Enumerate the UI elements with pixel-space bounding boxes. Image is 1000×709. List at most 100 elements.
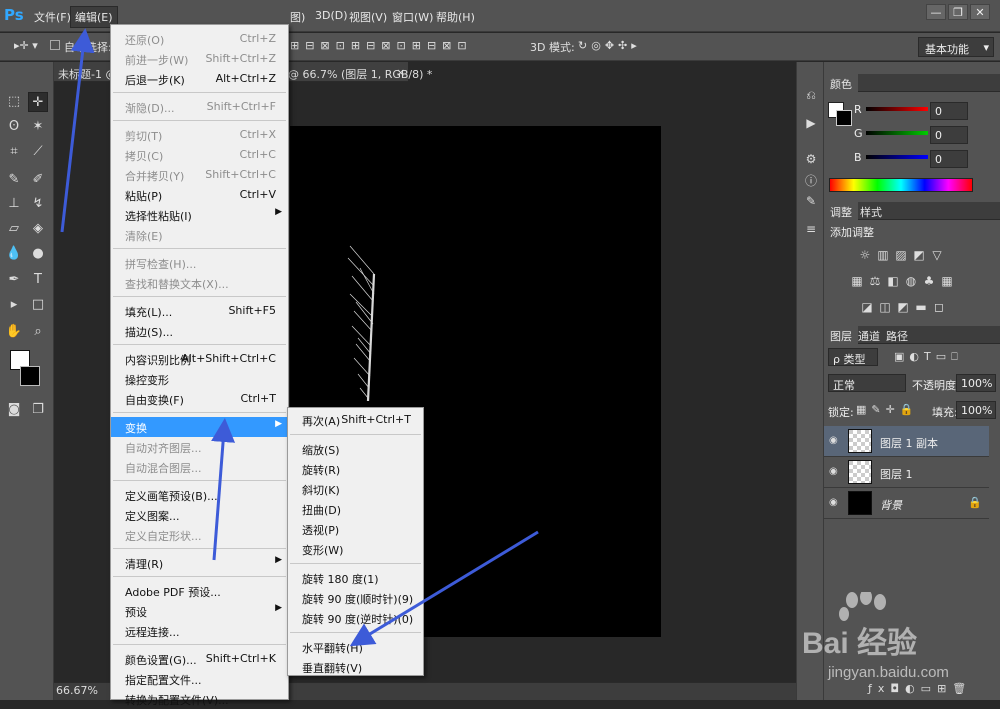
color-bg-swatch[interactable] bbox=[836, 110, 852, 126]
actions-play-icon[interactable]: ▶ bbox=[802, 114, 820, 132]
restore-button[interactable]: ❐ bbox=[948, 4, 968, 20]
edit-menu-item[interactable]: 渐隐(D)... Shift+Ctrl+F bbox=[111, 97, 288, 117]
edit-menu-item[interactable]: 查找和替换文本(X)... bbox=[111, 273, 288, 293]
tab-color[interactable]: 颜色 bbox=[824, 74, 858, 92]
edit-menu-item[interactable]: 定义图案... bbox=[111, 505, 288, 525]
dodge-tool-icon[interactable]: ● bbox=[28, 244, 48, 264]
edit-menu-item[interactable]: 自由变换(F) Ctrl+T bbox=[111, 389, 288, 409]
layer-filter-icons[interactable]: ▣◐T▭⎕ bbox=[894, 350, 963, 364]
photo-filter-icon[interactable]: ◍ bbox=[904, 274, 918, 288]
eye-icon[interactable]: ◉ bbox=[829, 466, 841, 478]
edit-menu-item[interactable]: 清理(R) ▶ bbox=[111, 553, 288, 573]
paint-bucket-tool-icon[interactable]: ◈ bbox=[28, 219, 48, 239]
tab-styles[interactable]: 样式 bbox=[854, 202, 888, 220]
transform-submenu-item[interactable]: 扭曲(D) bbox=[288, 499, 423, 519]
clone-stamp-tool-icon[interactable]: ⊥ bbox=[4, 194, 24, 214]
quick-mask-icon[interactable]: ◙ bbox=[4, 400, 24, 420]
hue-saturation-icon[interactable]: ▦ bbox=[850, 274, 864, 288]
edit-menu-item[interactable]: 描边(S)... bbox=[111, 321, 288, 341]
transform-submenu-item[interactable]: 再次(A) Shift+Ctrl+T bbox=[288, 410, 423, 430]
minimize-button[interactable]: — bbox=[926, 4, 946, 20]
menu-file[interactable]: 文件(F) bbox=[34, 9, 71, 25]
layer-kind-filter[interactable]: ρ 类型 bbox=[828, 348, 878, 366]
edit-menu-item[interactable]: 自动混合图层... bbox=[111, 457, 288, 477]
channel-b-value[interactable]: 0 bbox=[930, 150, 968, 168]
transform-submenu-item[interactable]: 旋转 180 度(1) bbox=[288, 568, 423, 588]
channel-r-slider[interactable] bbox=[866, 107, 928, 111]
blend-mode-select[interactable]: 正常 bbox=[828, 374, 906, 392]
channel-g-slider[interactable] bbox=[866, 131, 928, 135]
menu-help[interactable]: 帮助(H) bbox=[436, 9, 475, 25]
menu-window[interactable]: 窗口(W) bbox=[392, 9, 433, 25]
layer-row[interactable]: ◉ 图层 1 副本 bbox=[824, 426, 989, 457]
screen-mode-icon[interactable]: ❐ bbox=[28, 400, 48, 420]
hand-tool-icon[interactable]: ✋ bbox=[4, 322, 24, 342]
color-balance-icon[interactable]: ⚖ bbox=[868, 274, 882, 288]
transform-submenu-item[interactable]: 变形(W) bbox=[288, 539, 423, 559]
edit-menu-item[interactable]: 粘贴(P) Ctrl+V bbox=[111, 185, 288, 205]
curves-icon[interactable]: ▨ bbox=[894, 248, 908, 262]
selective-color-icon[interactable]: ◻ bbox=[932, 300, 946, 314]
move-tool-preset-icon[interactable]: ▸✛ ▾ bbox=[14, 39, 38, 52]
exposure-icon[interactable]: ◩ bbox=[912, 248, 926, 262]
eye-icon[interactable]: ◉ bbox=[829, 435, 841, 447]
eyedropper-tool-icon[interactable]: ⟋ bbox=[28, 142, 48, 162]
transform-submenu-item[interactable]: 透视(P) bbox=[288, 519, 423, 539]
edit-menu-item[interactable]: 前进一步(W) Shift+Ctrl+Z bbox=[111, 49, 288, 69]
gradient-map-icon[interactable]: ▬ bbox=[914, 300, 928, 314]
properties-panel-icon[interactable]: ⚙ bbox=[802, 150, 820, 168]
close-button[interactable]: ✕ bbox=[970, 4, 990, 20]
edit-menu-item[interactable]: 合并拷贝(Y) Shift+Ctrl+C bbox=[111, 165, 288, 185]
edit-menu-item[interactable]: 清除(E) bbox=[111, 225, 288, 245]
edit-menu-item[interactable]: 填充(L)... Shift+F5 bbox=[111, 301, 288, 321]
transform-submenu-item[interactable]: 缩放(S) bbox=[288, 439, 423, 459]
edit-menu-item[interactable]: 选择性粘贴(I) ▶ bbox=[111, 205, 288, 225]
fill-field[interactable]: 100% bbox=[956, 401, 996, 419]
invert-icon[interactable]: ◪ bbox=[860, 300, 874, 314]
zoom-tool-icon[interactable]: ⌕ bbox=[28, 322, 48, 342]
edit-menu-item[interactable]: 拼写检查(H)... bbox=[111, 253, 288, 273]
marquee-tool-icon[interactable]: ⬚ bbox=[4, 92, 24, 112]
menu-partial[interactable]: 图) bbox=[290, 9, 305, 25]
color-lookup-icon[interactable]: ▦ bbox=[940, 274, 954, 288]
edit-menu-item[interactable]: 后退一步(K) Alt+Ctrl+Z bbox=[111, 69, 288, 89]
edit-menu-item[interactable]: 拷贝(C) Ctrl+C bbox=[111, 145, 288, 165]
crop-tool-icon[interactable]: ⌗ bbox=[4, 142, 24, 162]
rectangle-tool-icon[interactable]: □ bbox=[28, 295, 48, 315]
tab-adjustments[interactable]: 调整 bbox=[824, 202, 858, 220]
align-icons[interactable]: ⊞⊟⊠⊡⊞⊟⊠⊡⊞⊟⊠⊡ bbox=[290, 39, 473, 52]
edit-menu-item[interactable]: 自动对齐图层... bbox=[111, 437, 288, 457]
edit-menu-item[interactable]: 操控变形 bbox=[111, 369, 288, 389]
type-tool-icon[interactable]: T bbox=[28, 270, 48, 290]
brush-panel-icon[interactable]: ✎ bbox=[802, 192, 820, 210]
edit-menu-item[interactable]: 定义画笔预设(B)... bbox=[111, 485, 288, 505]
opacity-field[interactable]: 100% bbox=[956, 374, 996, 392]
layer-row[interactable]: ◉ 背景 🔒 bbox=[824, 488, 989, 519]
transform-submenu-item[interactable]: 旋转(R) bbox=[288, 459, 423, 479]
vibrance-icon[interactable]: ▽ bbox=[930, 248, 944, 262]
edit-menu-item[interactable]: 转换为配置文件(V)... bbox=[111, 689, 288, 709]
channel-r-value[interactable]: 0 bbox=[930, 102, 968, 120]
brightness-icon[interactable]: ☼ bbox=[858, 248, 872, 262]
healing-brush-tool-icon[interactable]: ✎ bbox=[4, 170, 24, 190]
edit-menu-item[interactable]: 远程连接... bbox=[111, 621, 288, 641]
levels-icon[interactable]: ▥ bbox=[876, 248, 890, 262]
eraser-tool-icon[interactable]: ▱ bbox=[4, 219, 24, 239]
edit-menu-item[interactable]: 预设 ▶ bbox=[111, 601, 288, 621]
menu-3d[interactable]: 3D(D) bbox=[315, 9, 348, 22]
black-white-icon[interactable]: ◧ bbox=[886, 274, 900, 288]
workspace-select[interactable]: 基本功能 ▾ bbox=[918, 37, 994, 57]
transform-submenu-item[interactable]: 水平翻转(H) bbox=[288, 637, 423, 657]
channel-b-slider[interactable] bbox=[866, 155, 928, 159]
3d-mode-icons[interactable]: ↻◎✥✣▸ bbox=[578, 39, 641, 52]
transform-submenu-item[interactable]: 垂直翻转(V) bbox=[288, 657, 423, 677]
edit-menu-item[interactable]: 内容识别比例 Alt+Shift+Ctrl+C bbox=[111, 349, 288, 369]
edit-menu-item[interactable]: 剪切(T) Ctrl+X bbox=[111, 125, 288, 145]
edit-menu-item[interactable]: 变换 ▶ bbox=[111, 417, 288, 437]
transform-submenu-item[interactable]: 旋转 90 度(逆时针)(0) bbox=[288, 608, 423, 628]
edit-menu-item[interactable]: Adobe PDF 预设... bbox=[111, 581, 288, 601]
menu-view[interactable]: 视图(V) bbox=[349, 9, 387, 25]
eye-icon[interactable]: ◉ bbox=[829, 497, 841, 509]
magic-wand-tool-icon[interactable]: ✶ bbox=[28, 117, 48, 137]
document-tab-close-icon[interactable]: × bbox=[396, 66, 405, 79]
